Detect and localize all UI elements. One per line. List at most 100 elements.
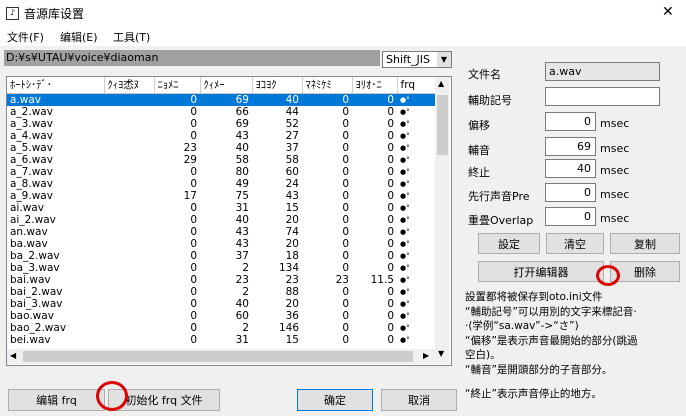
table-cell: ba_2.wav <box>10 250 60 262</box>
offset-field[interactable]: 0 <box>545 112 596 131</box>
table-cell: 0 <box>190 250 197 262</box>
table-cell: 60 <box>235 310 249 322</box>
table-cell: 2 <box>242 262 249 274</box>
table-row[interactable]: a_5.wav 23 40 37 0 0 ●° <box>7 142 435 154</box>
table-cell: 0 <box>190 298 197 310</box>
clear-button[interactable]: 清空 <box>546 233 604 254</box>
table-row[interactable]: a_4.wav 0 43 27 0 0 ●° <box>7 130 435 142</box>
table-cell: 88 <box>285 286 299 298</box>
ok-button[interactable]: 确定 <box>297 389 373 411</box>
table-cell: ●° <box>400 300 410 308</box>
table-cell: 31 <box>235 334 249 346</box>
table-cell: ●° <box>400 216 410 224</box>
table-header: ﾎｰﾄｼ･ﾃﾞ･ ｸｨﾖ怸ﾇ ﾆｮﾒﾆ ｸｨﾒｰ ﾖｺﾖｸ ﾏﾈﾐｹﾐ ﾖﾘｵ･ﾆ frq <box>7 77 436 94</box>
cutoff-field[interactable]: 40 <box>545 159 596 178</box>
help-line: “輔音”是開頭部分的子音部分。 <box>465 363 613 376</box>
column-header[interactable]: ﾖｺﾖｸ <box>252 77 303 94</box>
table-row[interactable]: ba_3.wav 0 2 134 0 0 ●° <box>7 262 435 274</box>
table-cell: ●° <box>400 180 410 188</box>
table-row[interactable]: bei.wav 0 31 15 0 0 ●° <box>7 334 435 346</box>
scroll-left-icon[interactable]: ◀ <box>10 351 16 360</box>
table-cell: ●° <box>400 168 410 176</box>
table-cell: 0 <box>302 93 352 106</box>
table-cell: 0 <box>387 250 394 262</box>
help-line: 空白)。 <box>465 349 501 361</box>
edit-frq-button[interactable]: 编辑 frq <box>8 389 105 411</box>
table-cell: 20 <box>285 298 299 310</box>
table-cell: 0 <box>387 226 394 238</box>
table-row[interactable]: bai_3.wav 0 40 20 0 0 ●° <box>7 298 435 310</box>
scroll-up-icon[interactable]: ▲ <box>438 79 444 88</box>
table-row[interactable]: bao_2.wav 0 2 146 0 0 ●° <box>7 322 435 334</box>
cutoff-value: 40 <box>577 162 591 175</box>
alias-field[interactable] <box>545 87 660 106</box>
table-row[interactable]: a_6.wav 29 58 58 0 0 ●° <box>7 154 435 166</box>
table-row[interactable]: a_2.wav 0 66 44 0 0 ●° <box>7 106 435 118</box>
preutter-field[interactable]: 0 <box>545 183 596 202</box>
table-cell: 80 <box>235 166 249 178</box>
table-cell <box>104 166 154 178</box>
table-row[interactable]: ba.wav 0 43 20 0 0 ●° <box>7 238 435 250</box>
set-button[interactable]: 設定 <box>478 233 540 254</box>
table-cell: bao.wav <box>10 310 54 322</box>
menu-file[interactable]: 文件(F) <box>7 29 44 45</box>
table-row[interactable]: ai.wav 0 31 15 0 0 ●° <box>7 202 435 214</box>
table-cell <box>104 93 154 106</box>
delete-button[interactable]: 删除 <box>610 261 680 282</box>
column-header[interactable]: ｸｨﾖ怸ﾇ <box>104 77 155 94</box>
table-cell: 0 <box>342 178 349 190</box>
scroll-down-icon[interactable]: ▼ <box>438 349 444 358</box>
encoding-select[interactable]: Shift_JIS ▼ <box>382 51 452 68</box>
table-row[interactable]: ba_2.wav 0 37 18 0 0 ●° <box>7 250 435 262</box>
column-header[interactable]: frq <box>397 77 436 94</box>
table-cell: 43 <box>235 130 249 142</box>
table-cell: ●° <box>400 132 410 140</box>
menu-edit[interactable]: 编辑(E) <box>60 29 98 45</box>
scroll-thumb[interactable] <box>437 95 448 155</box>
alias-label: 輔助記号 <box>468 94 512 107</box>
menu-tools[interactable]: 工具(T) <box>113 29 150 45</box>
consonant-label: 輔音 <box>468 144 490 157</box>
column-header[interactable]: ｸｨﾒｰ <box>200 77 253 94</box>
table-cell: a_9.wav <box>10 190 53 202</box>
table-row[interactable]: a_8.wav 0 49 24 0 0 ●° <box>7 178 435 190</box>
table-row[interactable]: an.wav 0 43 74 0 0 ●° <box>7 226 435 238</box>
table-row[interactable]: bao.wav 0 60 36 0 0 ●° <box>7 310 435 322</box>
table-row[interactable]: a_9.wav 17 75 43 0 0 ●° <box>7 190 435 202</box>
table-cell: 0 <box>154 93 200 106</box>
table: ﾎｰﾄｼ･ﾃﾞ･ ｸｨﾖ怸ﾇ ﾆｮﾒﾆ ｸｨﾒｰ ﾖｺﾖｸ ﾏﾈﾐｹﾐ ﾖﾘｵ･ﾆ frq a… <box>7 77 436 346</box>
table-cell: ●° <box>400 312 410 320</box>
table-row[interactable]: a_7.wav 0 80 60 0 0 ●° <box>7 166 435 178</box>
table-cell: ●° <box>400 156 410 164</box>
column-header[interactable]: ﾏﾈﾐｹﾐ <box>302 77 353 94</box>
column-header[interactable]: ﾆｮﾒﾆ <box>154 77 201 94</box>
table-cell: a_2.wav <box>10 106 53 118</box>
table-cell: 0 <box>342 238 349 250</box>
column-header[interactable]: ﾖﾘｵ･ﾆ <box>352 77 398 94</box>
table-row[interactable]: bai.wav 0 23 23 23 11.5 ●° <box>7 274 435 286</box>
table-cell: 0 <box>342 226 349 238</box>
open-editor-button[interactable]: 打开编辑器 <box>478 261 604 282</box>
table-row[interactable]: ai_2.wav 0 40 20 0 0 ●° <box>7 214 435 226</box>
horizontal-scrollbar[interactable]: ◀ ▶ <box>7 349 435 364</box>
vertical-scrollbar[interactable]: ▲ ▼ <box>435 77 450 364</box>
table-cell <box>104 250 154 262</box>
close-icon[interactable]: ✕ <box>662 4 674 20</box>
scroll-right-icon[interactable]: ▶ <box>423 351 429 360</box>
cancel-button[interactable]: 取消 <box>381 389 457 411</box>
chevron-down-icon[interactable]: ▼ <box>437 52 451 67</box>
consonant-field[interactable]: 69 <box>545 137 596 156</box>
table-cell: 66 <box>235 106 249 118</box>
table-row[interactable]: a.wav 0 69 40 0 0 ●° <box>7 93 435 106</box>
column-header[interactable]: ﾎｰﾄｼ･ﾃﾞ･ <box>7 77 105 94</box>
help-line: “輔助記号”可以用別的文字来標記音· <box>465 305 637 318</box>
table-cell: a_5.wav <box>10 142 53 154</box>
table-cell: 0 <box>342 298 349 310</box>
table-row[interactable]: bai_2.wav 0 2 88 0 0 ●° <box>7 286 435 298</box>
table-cell: 134 <box>278 262 299 274</box>
table-row[interactable]: a_3.wav 0 69 52 0 0 ●° <box>7 118 435 130</box>
filename-field[interactable]: a.wav <box>545 62 660 81</box>
overlap-field[interactable]: 0 <box>545 207 596 226</box>
h-scroll-thumb[interactable] <box>23 351 413 362</box>
copy-button[interactable]: 复制 <box>610 233 680 254</box>
